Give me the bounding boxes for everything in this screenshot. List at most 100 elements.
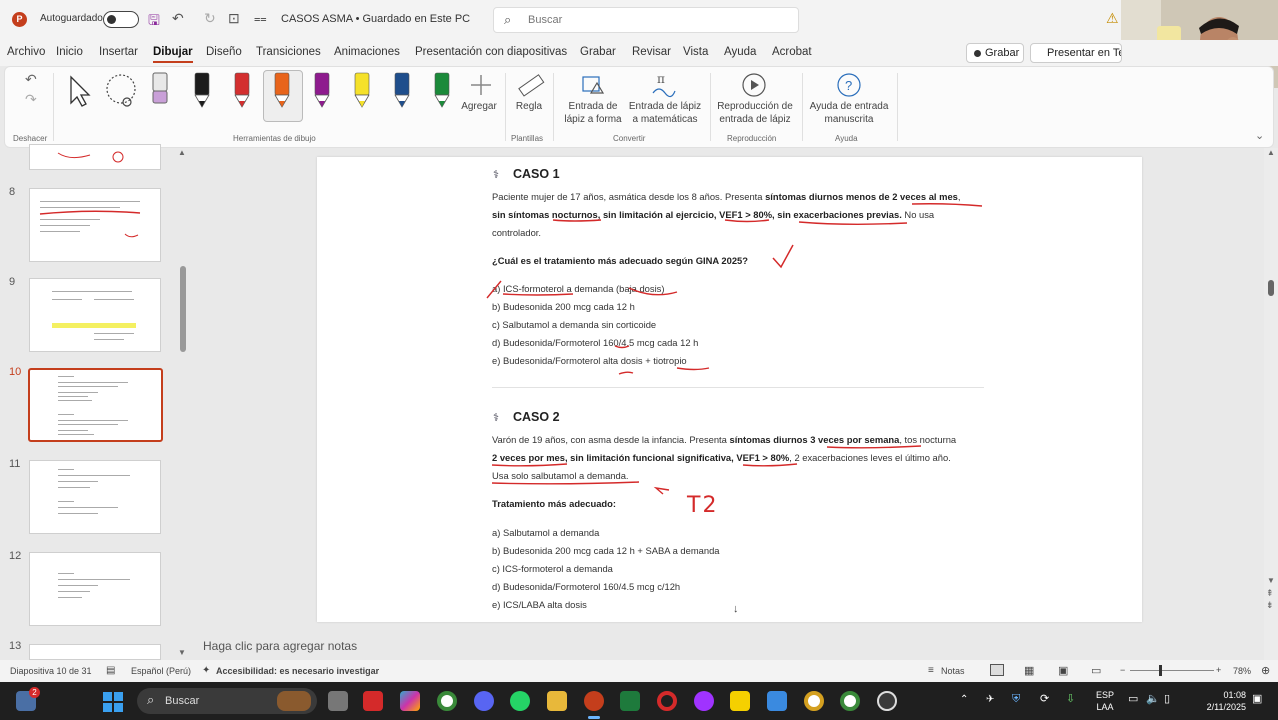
messenger-icon[interactable] bbox=[694, 691, 714, 711]
spellcheck-icon[interactable]: ▤ bbox=[106, 665, 115, 676]
slide-thumbnail-12[interactable] bbox=[29, 552, 161, 626]
powerpoint-taskbar-icon[interactable] bbox=[584, 691, 604, 711]
battery-icon[interactable]: ▯ bbox=[1164, 693, 1170, 705]
tab-ayuda[interactable]: Ayuda bbox=[724, 46, 756, 58]
discord-icon[interactable] bbox=[474, 691, 494, 711]
record-button[interactable]: Grabar bbox=[966, 43, 1024, 63]
tab-insertar[interactable]: Insertar bbox=[99, 46, 138, 58]
zoom-slider-thumb[interactable] bbox=[1159, 665, 1162, 676]
ink-help-label[interactable]: Ayuda de entrada manuscrita bbox=[805, 100, 893, 126]
tab-diseno[interactable]: Diseño bbox=[206, 46, 242, 58]
customize-toolbar-icon[interactable]: ⩵ bbox=[254, 13, 267, 26]
taskbar-search[interactable]: ⌕ Buscar bbox=[137, 688, 317, 714]
ruler-label[interactable]: Regla bbox=[509, 100, 549, 113]
undo-icon[interactable]: ↶ bbox=[172, 10, 184, 27]
tab-dibujar[interactable]: Dibujar bbox=[153, 46, 193, 63]
windows-start-icon[interactable] bbox=[103, 692, 123, 712]
mail-icon[interactable] bbox=[767, 691, 787, 711]
eraser-icon[interactable] bbox=[149, 71, 171, 109]
file-explorer-icon[interactable] bbox=[547, 691, 567, 711]
zoom-level[interactable]: 78% bbox=[1233, 666, 1251, 676]
document-title[interactable]: CASOS ASMA • Guardado en Este PC bbox=[281, 13, 470, 25]
scroll-down-icon[interactable]: ▼ bbox=[1267, 576, 1275, 585]
slide-vertical-scrollbar[interactable]: ▲ ▼ ⇞ ⇟ bbox=[1264, 148, 1278, 660]
tab-grabar[interactable]: Grabar bbox=[580, 46, 616, 58]
language-indicator[interactable]: Español (Perú) bbox=[131, 666, 191, 676]
pen-1-icon[interactable] bbox=[194, 72, 210, 108]
zoom-out-icon[interactable]: − bbox=[1120, 665, 1125, 675]
slide-thumbnail-8[interactable] bbox=[29, 188, 161, 262]
tab-revisar[interactable]: Revisar bbox=[632, 46, 671, 58]
ink-to-shape-label[interactable]: Entrada de lápiz a forma bbox=[557, 100, 629, 126]
collapse-ribbon-icon[interactable]: ⌄ bbox=[1255, 129, 1264, 142]
tab-transiciones[interactable]: Transiciones bbox=[256, 46, 321, 58]
pen-2-icon[interactable] bbox=[234, 72, 250, 108]
zoom-slider[interactable] bbox=[1130, 670, 1214, 671]
scrollbar-thumb[interactable] bbox=[1268, 280, 1274, 296]
sticky-notes-icon[interactable] bbox=[730, 691, 750, 711]
thumbnail-scrollbar[interactable] bbox=[180, 266, 186, 352]
slide-canvas[interactable]: ⚕ CASO 1 Paciente mujer de 17 años, asmá… bbox=[317, 157, 1142, 622]
tray-sync-icon[interactable]: ⟳ bbox=[1040, 693, 1049, 705]
opera-icon[interactable] bbox=[657, 691, 677, 711]
zoom-in-icon[interactable]: + bbox=[1216, 665, 1221, 675]
tray-shield-icon[interactable]: ⛨ bbox=[1012, 693, 1020, 705]
tab-inicio[interactable]: Inicio bbox=[56, 46, 83, 58]
previous-slide-icon[interactable]: ⇞ bbox=[1266, 588, 1274, 599]
present-in-teams-button[interactable]: Presentar en Te bbox=[1030, 43, 1122, 63]
slide-thumbnail-7[interactable] bbox=[29, 144, 161, 170]
chrome-profile-2-icon[interactable] bbox=[840, 691, 860, 711]
pen-4-icon[interactable] bbox=[314, 72, 330, 108]
fit-to-window-icon[interactable]: ⊕ bbox=[1261, 664, 1270, 677]
search-box[interactable]: ⌕ Buscar bbox=[493, 7, 799, 33]
pen-5-icon[interactable] bbox=[354, 72, 370, 108]
present-from-start-icon[interactable]: ⊡ bbox=[228, 10, 240, 27]
ribbon-undo-icon[interactable]: ↶ bbox=[25, 71, 37, 88]
tab-animaciones[interactable]: Animaciones bbox=[334, 46, 400, 58]
excel-icon[interactable] bbox=[620, 691, 640, 711]
notes-toggle[interactable]: Notas bbox=[941, 666, 965, 676]
select-pointer-icon[interactable] bbox=[65, 73, 93, 109]
pen-6-icon[interactable] bbox=[394, 72, 410, 108]
notification-icon[interactable]: ▣ bbox=[1252, 693, 1262, 705]
next-slide-icon[interactable]: ⇟ bbox=[1266, 600, 1274, 611]
redo-icon[interactable]: ↻ bbox=[204, 10, 216, 27]
slide-thumbnail-11[interactable] bbox=[29, 460, 161, 534]
tray-overflow-icon[interactable]: ⌃ bbox=[960, 694, 968, 706]
language-switch[interactable]: ESP LAA bbox=[1094, 689, 1116, 713]
tab-acrobat[interactable]: Acrobat bbox=[772, 46, 812, 58]
chrome-icon[interactable] bbox=[437, 691, 457, 711]
slide-thumbnail-9[interactable] bbox=[29, 278, 161, 352]
accessibility-status[interactable]: Accesibilidad: es necesario investigar bbox=[216, 666, 379, 676]
tab-vista[interactable]: Vista bbox=[683, 46, 708, 58]
tray-app-icon[interactable]: ✈ bbox=[986, 694, 994, 706]
scroll-down-arrow-icon[interactable]: ↓ bbox=[733, 603, 739, 615]
help-question-icon[interactable]: ? bbox=[835, 71, 863, 99]
slideshow-icon[interactable]: ▭ bbox=[1091, 664, 1101, 677]
slide-thumbnail-13[interactable] bbox=[29, 644, 161, 660]
ribbon-redo-icon[interactable]: ↷ bbox=[25, 91, 37, 108]
copilot-icon[interactable] bbox=[400, 691, 420, 711]
pen-3-icon[interactable] bbox=[274, 72, 290, 108]
add-pen-icon[interactable] bbox=[469, 73, 493, 97]
clock[interactable]: 01:08 2/11/2025 bbox=[1190, 689, 1246, 713]
notes-pane[interactable]: Haga clic para agregar notas bbox=[190, 634, 1264, 660]
scroll-up-icon[interactable]: ▲ bbox=[1267, 148, 1275, 157]
ink-to-math-label[interactable]: Entrada de lápiz a matemáticas bbox=[625, 100, 705, 126]
pen-7-icon[interactable] bbox=[434, 72, 450, 108]
slide-thumbnail-10[interactable] bbox=[28, 368, 163, 442]
accessibility-icon[interactable]: ✦ bbox=[202, 665, 210, 676]
ink-replay-icon[interactable] bbox=[740, 71, 768, 99]
ruler-icon[interactable] bbox=[515, 71, 545, 99]
scroll-up-icon[interactable]: ▲ bbox=[178, 148, 186, 157]
tab-archivo[interactable]: Archivo bbox=[7, 46, 45, 58]
tray-download-icon[interactable]: ⇩ bbox=[1066, 693, 1075, 705]
notes-icon[interactable]: ≡ bbox=[928, 665, 934, 676]
volume-icon[interactable]: 🔈 bbox=[1146, 693, 1160, 705]
add-pen-label[interactable]: Agregar bbox=[457, 100, 501, 113]
github-icon[interactable] bbox=[877, 691, 897, 711]
reading-view-icon[interactable]: ▣ bbox=[1058, 664, 1068, 677]
normal-view-icon[interactable] bbox=[990, 664, 1004, 676]
ink-to-math-icon[interactable]: π bbox=[649, 71, 677, 99]
tab-presentacion[interactable]: Presentación con diapositivas bbox=[415, 46, 567, 58]
